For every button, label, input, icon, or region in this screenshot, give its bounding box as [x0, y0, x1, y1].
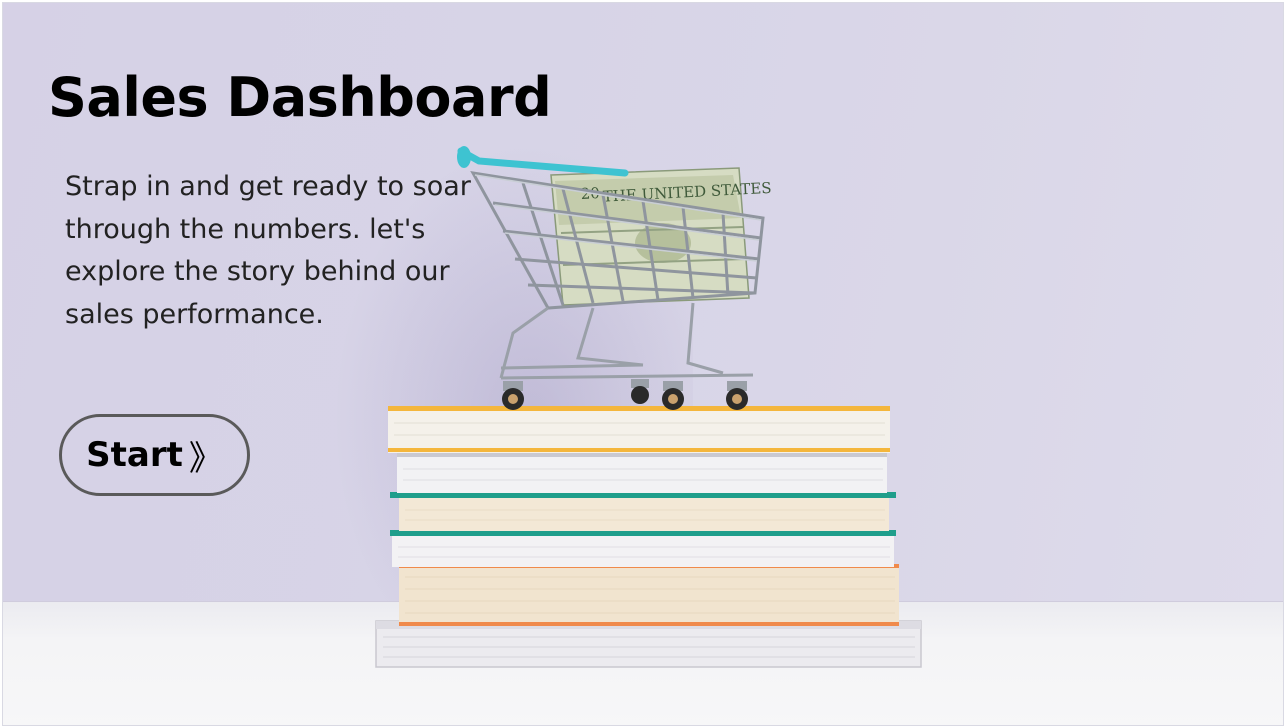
hero-banner: THE UNITED STATES 20 Sales Dashboard Str… — [2, 2, 1284, 726]
page-title: Sales Dashboard — [48, 66, 552, 129]
hero-subtitle: Strap in and get ready to soar through t… — [65, 171, 471, 330]
shopping-cart: THE UNITED STATES 20 — [457, 146, 772, 410]
double-chevron-right-icon: 》 — [188, 438, 223, 479]
start-button-label: Start — [86, 435, 183, 475]
cart-wheels — [502, 379, 748, 410]
start-button[interactable]: Start 》 — [59, 414, 250, 496]
book-stack — [375, 406, 922, 668]
